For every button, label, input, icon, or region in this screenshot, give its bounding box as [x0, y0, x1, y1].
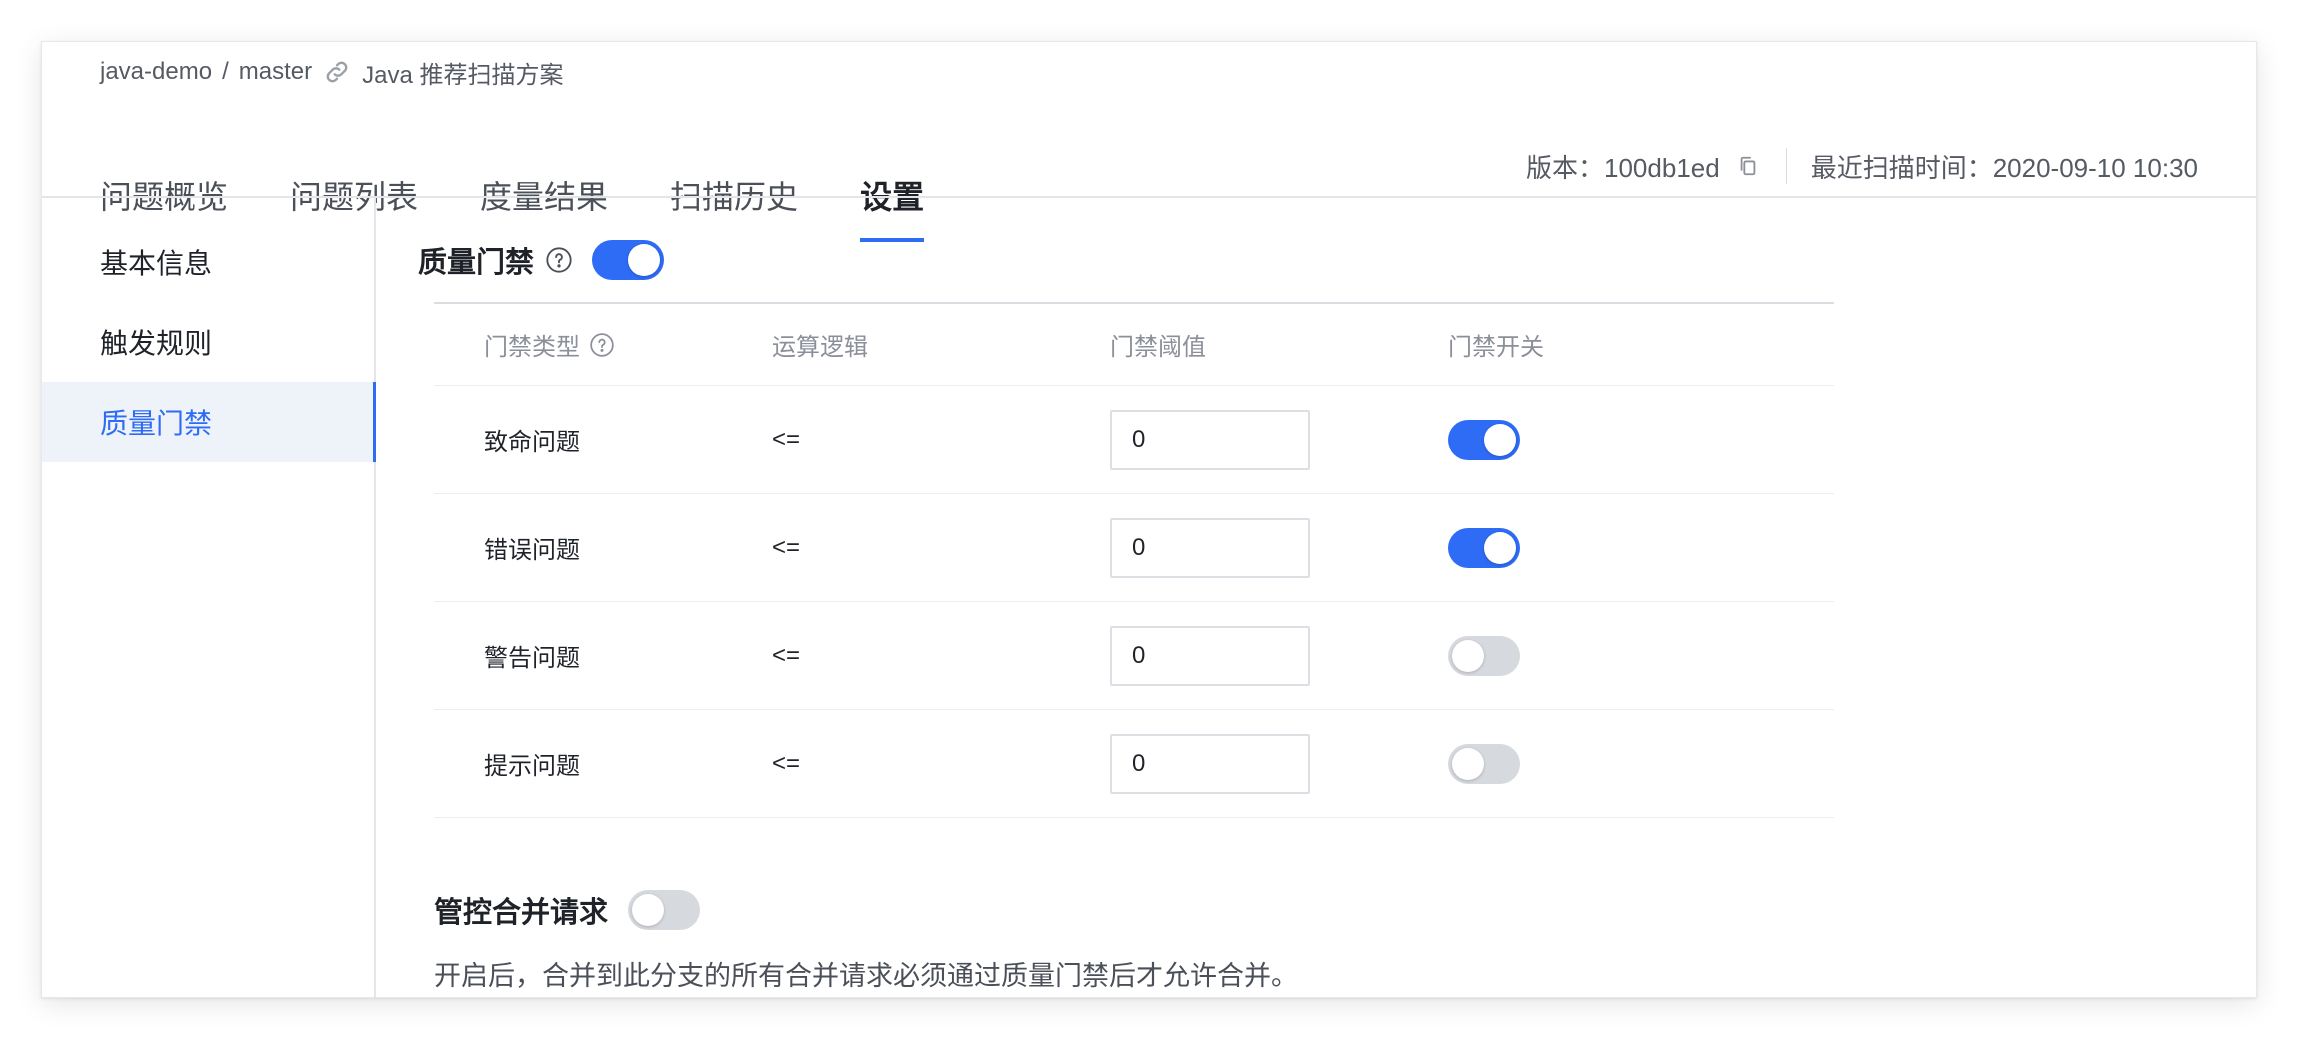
settings-content: 质量门禁 门禁类型 运算逻辑 门禁阈值 门禁开关 致命问题 <= 0 错误问题 … — [376, 198, 2256, 997]
help-icon[interactable] — [544, 245, 574, 275]
gate-switch-toggle[interactable] — [1448, 527, 1520, 568]
col-header-operator: 运算逻辑 — [772, 334, 868, 361]
sidebar-item-basic-info[interactable]: 基本信息 — [42, 222, 374, 302]
threshold-input[interactable] — [1110, 625, 1310, 686]
quality-gate-title: 质量门禁 — [418, 247, 535, 279]
main-card: java-demo / master Java 推荐扫描方案 问题概览 问题列表… — [41, 41, 2257, 998]
gate-switch-toggle[interactable] — [1448, 743, 1520, 784]
col-header-switch: 门禁开关 — [1448, 334, 1544, 361]
version-label: 版本：100db1ed — [1526, 152, 1720, 183]
link-icon — [322, 57, 352, 87]
merge-control-header: 管控合并请求 — [434, 888, 701, 932]
gate-switch-toggle[interactable] — [1448, 635, 1520, 676]
gate-switch-toggle[interactable] — [1448, 419, 1520, 460]
gate-type: 提示问题 — [484, 753, 580, 780]
gate-type: 致命问题 — [484, 429, 580, 456]
breadcrumb-repo[interactable]: java-demo — [100, 58, 212, 86]
gate-type: 警告问题 — [484, 645, 580, 672]
breadcrumb-scheme[interactable]: Java 推荐扫描方案 — [362, 55, 563, 90]
meta-divider — [1785, 148, 1787, 184]
table-row: 提示问题 <= — [434, 710, 1834, 818]
table-header: 门禁类型 运算逻辑 门禁阈值 门禁开关 — [434, 304, 1834, 386]
gate-operator: <= — [772, 533, 801, 561]
merge-control-toggle[interactable] — [628, 890, 701, 930]
settings-sidebar: 基本信息 触发规则 质量门禁 — [42, 198, 376, 998]
breadcrumb: java-demo / master Java 推荐扫描方案 — [100, 52, 563, 92]
sidebar-item-trigger-rules[interactable]: 触发规则 — [42, 302, 374, 382]
quality-gate-toggle[interactable] — [592, 240, 665, 280]
col-header-threshold: 门禁阈值 — [1110, 334, 1206, 361]
last-scan-label: 最近扫描时间：2020-09-10 10:30 — [1810, 152, 2198, 183]
quality-gate-header: 质量门禁 — [418, 238, 704, 282]
help-icon[interactable] — [588, 331, 616, 359]
col-header-type-label: 门禁类型 — [484, 334, 580, 361]
table-row: 错误问题 <= — [434, 494, 1834, 602]
table-row: 警告问题 <= — [434, 602, 1834, 710]
table-row: 致命问题 <= — [434, 386, 1834, 494]
breadcrumb-branch[interactable]: master — [239, 58, 312, 86]
gate-operator: <= — [772, 641, 801, 669]
gate-type: 错误问题 — [484, 537, 580, 564]
col-header-type: 门禁类型 — [434, 327, 772, 362]
quality-gate-table: 门禁类型 运算逻辑 门禁阈值 门禁开关 致命问题 <= 0 错误问题 <= 0 … — [434, 302, 1834, 818]
merge-control-description: 开启后，合并到此分支的所有合并请求必须通过质量门禁后才允许合并。 — [434, 961, 1298, 991]
merge-control-title: 管控合并请求 — [434, 897, 609, 929]
sidebar-item-quality-gate[interactable]: 质量门禁 — [42, 382, 376, 462]
threshold-input[interactable] — [1110, 409, 1310, 470]
breadcrumb-separator: / — [222, 58, 229, 85]
gate-operator: <= — [772, 749, 801, 777]
copy-icon[interactable] — [1734, 152, 1762, 180]
threshold-input[interactable] — [1110, 517, 1310, 578]
gate-operator: <= — [772, 425, 801, 453]
threshold-input[interactable] — [1110, 733, 1310, 794]
scan-meta: 版本：100db1ed 最近扫描时间：2020-09-10 10:30 — [1526, 142, 2198, 190]
